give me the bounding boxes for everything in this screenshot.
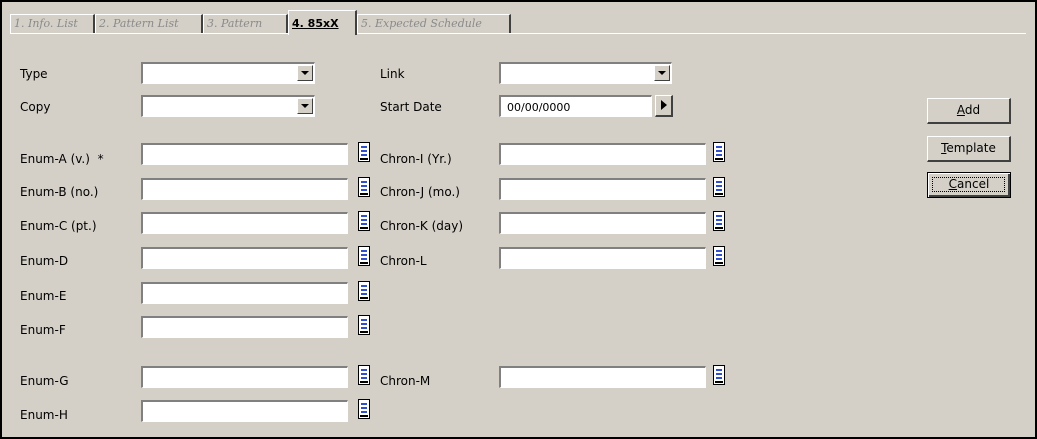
copy-select[interactable] — [141, 95, 315, 117]
enum-b-label: Enum-B (no.) — [20, 185, 99, 199]
chevron-down-icon[interactable] — [297, 65, 313, 81]
chevron-down-icon[interactable] — [297, 98, 313, 114]
enum-f-label: Enum-F — [20, 323, 66, 337]
tab-pattern-list[interactable]: 2. Pattern List — [95, 14, 203, 34]
enum-c-field[interactable] — [141, 212, 348, 234]
enum-e-field[interactable] — [141, 282, 348, 304]
enum-h-field[interactable] — [141, 400, 348, 422]
add-button[interactable]: Add — [927, 98, 1011, 124]
link-select[interactable] — [499, 62, 672, 84]
tab-info-list[interactable]: 1. Info. List — [10, 14, 95, 34]
chron-l-label: Chron-L — [380, 254, 427, 268]
list-picker-icon[interactable] — [358, 142, 370, 162]
list-picker-icon[interactable] — [713, 142, 725, 162]
template-button[interactable]: Template — [927, 136, 1011, 162]
type-select[interactable] — [141, 62, 315, 84]
tab-85xx[interactable]: 4. 85xX — [288, 10, 357, 35]
enum-a-field[interactable] — [141, 143, 348, 165]
cancel-rest: ancel — [957, 177, 990, 191]
enum-d-label: Enum-D — [20, 254, 69, 268]
play-arrow-icon[interactable] — [655, 95, 673, 117]
enum-h-label: Enum-H — [20, 408, 68, 422]
list-picker-icon[interactable] — [358, 211, 370, 231]
type-label: Type — [20, 67, 48, 81]
tab-expected-schedule[interactable]: 5. Expected Schedule — [357, 14, 511, 34]
list-picker-icon[interactable] — [358, 315, 370, 335]
start-date-label: Start Date — [380, 100, 442, 114]
dialog-window: 1. Info. List 2. Pattern List 3. Pattern… — [0, 0, 1037, 439]
add-mnemonic: A — [956, 103, 965, 117]
add-button-label: Add — [957, 103, 980, 117]
chevron-down-icon[interactable] — [654, 65, 670, 81]
tab-pattern[interactable]: 3. Pattern — [203, 14, 288, 34]
list-picker-icon[interactable] — [713, 177, 725, 197]
chron-k-field[interactable] — [499, 212, 706, 234]
tab-85xx-label: 4. 85xX — [292, 17, 339, 30]
enum-f-field[interactable] — [141, 316, 348, 338]
enum-e-label: Enum-E — [20, 289, 67, 303]
enum-a-label-text: Enum-A (v.) — [20, 152, 90, 166]
enum-a-label: Enum-A (v.) * — [20, 152, 104, 166]
tab-strip: 1. Info. List 2. Pattern List 3. Pattern… — [10, 10, 1026, 35]
chron-i-field[interactable] — [499, 143, 706, 165]
template-rest: emplate — [946, 141, 996, 155]
template-button-label: Template — [941, 141, 996, 155]
list-picker-icon[interactable] — [713, 246, 725, 266]
chron-m-label: Chron-M — [380, 374, 431, 388]
add-rest: dd — [964, 103, 981, 117]
chron-j-field[interactable] — [499, 178, 706, 200]
list-picker-icon[interactable] — [713, 211, 725, 231]
copy-label: Copy — [20, 100, 51, 114]
enum-g-label: Enum-G — [20, 374, 69, 388]
cancel-button-label: Cancel — [949, 177, 990, 191]
chron-m-field[interactable] — [499, 366, 706, 388]
chron-l-field[interactable] — [499, 247, 706, 269]
list-picker-icon[interactable] — [713, 365, 725, 385]
enum-c-label: Enum-C (pt.) — [20, 219, 97, 233]
panel-top-border — [10, 33, 1026, 34]
enum-g-field[interactable] — [141, 366, 348, 388]
list-picker-icon[interactable] — [358, 281, 370, 301]
link-label: Link — [380, 67, 405, 81]
list-picker-icon[interactable] — [358, 365, 370, 385]
list-picker-icon[interactable] — [358, 246, 370, 266]
cancel-mnemonic: C — [948, 177, 958, 191]
cancel-button[interactable]: Cancel — [927, 172, 1011, 198]
enum-d-field[interactable] — [141, 247, 348, 269]
chron-k-label: Chron-K (day) — [380, 219, 464, 233]
enum-b-field[interactable] — [141, 178, 348, 200]
required-marker: * — [97, 152, 104, 166]
list-picker-icon[interactable] — [358, 177, 370, 197]
start-date-field[interactable]: 00/00/0000 — [499, 95, 652, 117]
chron-i-label: Chron-I (Yr.) — [380, 152, 452, 166]
chron-j-label: Chron-J (mo.) — [380, 185, 460, 199]
list-picker-icon[interactable] — [358, 399, 370, 419]
